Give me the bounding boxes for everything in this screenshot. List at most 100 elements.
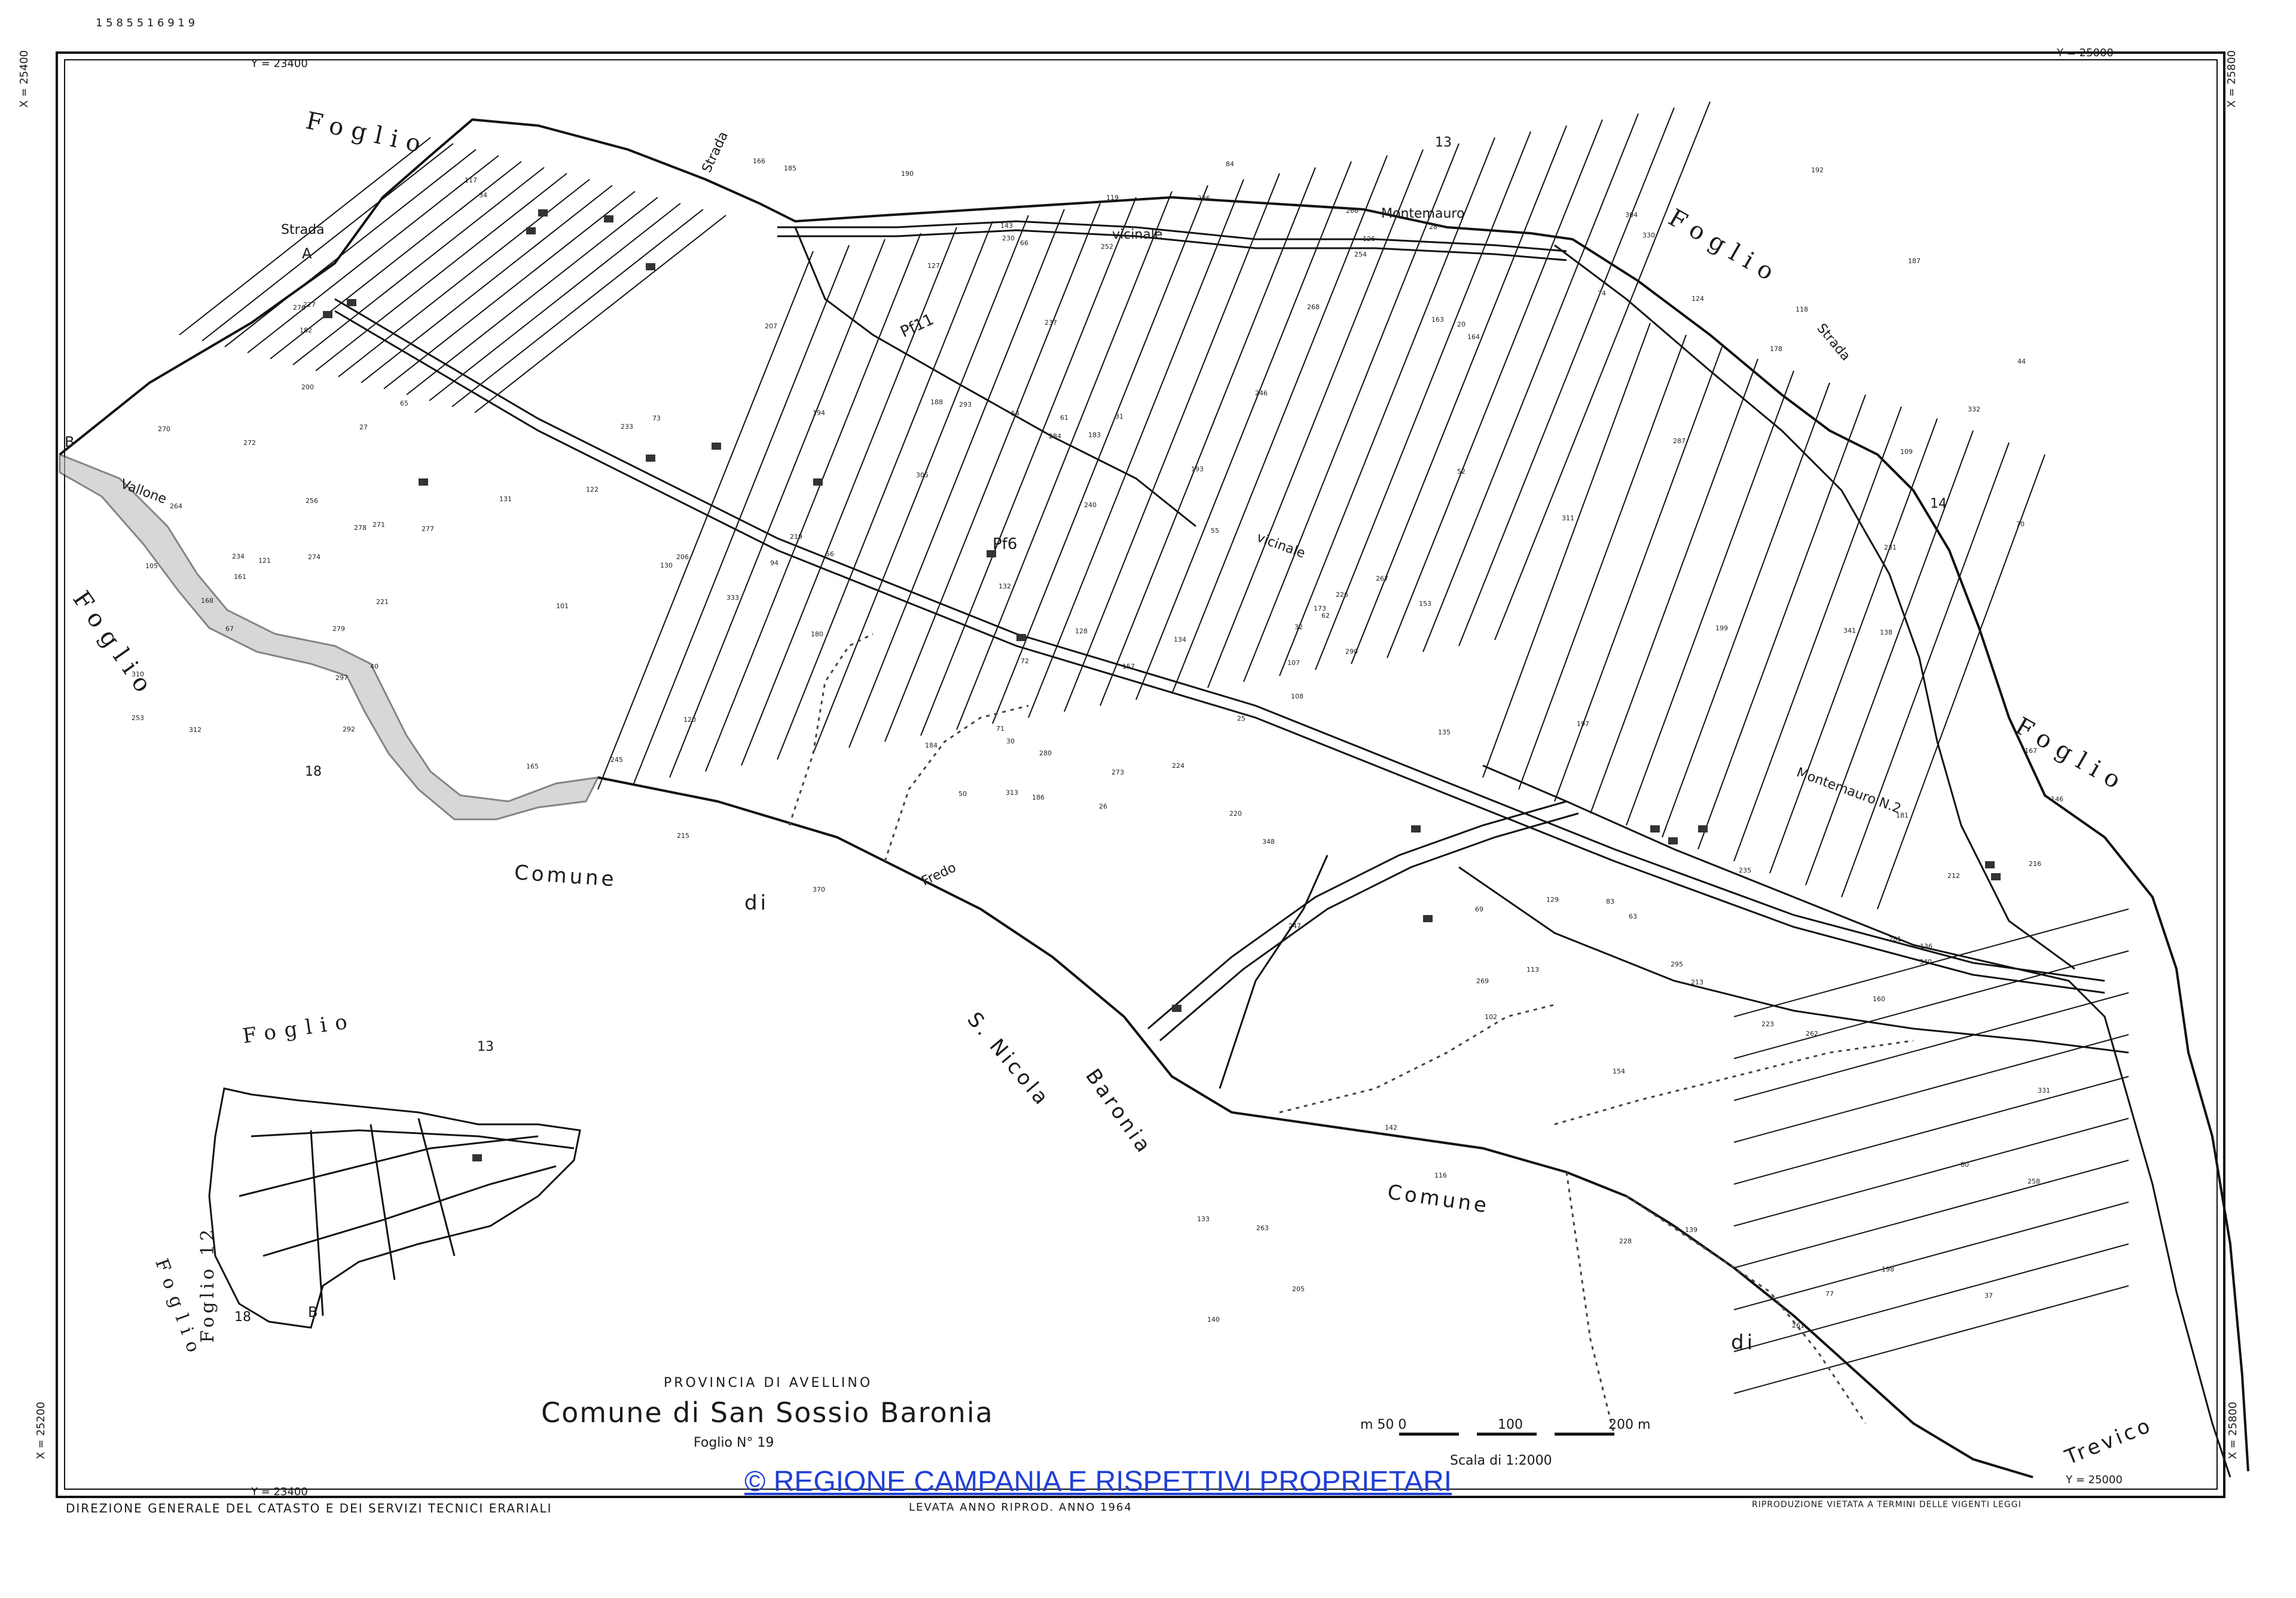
parcel-number: 40 [370,663,378,670]
parcel-number: 341 [1843,627,1856,635]
parcel-number: 168 [201,597,213,605]
building-mark [1985,861,1995,868]
parcel-number: 154 [1613,1068,1625,1075]
building-mark [1991,873,2001,880]
parcel-number: 331 [2038,1087,2050,1094]
parcel-number: 199 [1715,624,1728,632]
parcel-number: 107 [1287,659,1300,667]
parcel-number: 264 [170,502,182,510]
parcel-number: 163 [1431,316,1444,324]
building-mark [1668,837,1678,844]
parcel-line [1100,167,1316,706]
parcel-labels: 26 27 30 32 28 31 20 25 34 37 40 44 50 52 54 55 56 61 62 63… [132,157,2063,1329]
label-sheet-14: 14 [1930,496,1947,511]
road-network [334,220,2231,1478]
label-point-b: B [65,434,75,450]
scale-tick-200: 200 m [1608,1417,1651,1432]
parcel-number: 280 [1039,749,1052,757]
parcel-number: 235 [1739,867,1751,874]
parcel-number: 206 [676,553,689,561]
parcel-number: 102 [1485,1013,1497,1021]
parcel-number: 131 [499,495,512,503]
parcel-number: 31 [1115,413,1123,420]
parcel-number: 330 [1642,231,1655,239]
parcel-number: 186 [1032,794,1045,801]
parcel-number: 184 [925,742,938,749]
parcel-number: 233 [621,423,633,431]
parcel-number: 290 [1345,648,1358,655]
parcel-number: 340 [1919,958,1932,966]
parcel-number: 124 [1692,295,1704,303]
parcel-number: 188 [930,398,943,406]
parcel-number: 258 [2028,1178,2040,1185]
parcel-line [1387,119,1603,658]
parcel-number: 219 [790,533,802,541]
parcel-line [1805,430,1974,886]
parcel-number: 216 [2029,860,2041,868]
parcel-line [1554,346,1723,802]
parcel-number: 108 [1291,693,1303,700]
parcel-line [920,197,1137,736]
parcel-number: 213 [1691,978,1703,986]
parcel-number: 212 [1947,872,1960,880]
parcel-number: 127 [927,262,940,270]
parcel-number: 261 [1792,1322,1805,1329]
parcel-number: 234 [232,553,245,560]
parcel-line [1028,179,1244,718]
label-strada-1: Strada [281,222,325,237]
parcel-number: 193 [1191,465,1204,473]
parcel-number: 272 [243,439,256,447]
parcel-number: 121 [258,557,271,565]
building-mark [1698,825,1708,832]
parcel-line [705,233,921,772]
parcel-number: 130 [660,562,673,569]
parcel-number: 220 [1229,810,1242,818]
parcel-number: 185 [784,164,796,172]
parcel-number: 253 [132,714,144,722]
parcel-number: 297 [335,674,348,682]
parcel-number: 252 [1101,243,1113,251]
label-sheet-13: 13 [1435,135,1452,150]
grid-y-top-left: Y = 23400 [251,57,308,70]
parcel-line [361,185,613,383]
parcel-line [848,209,1065,748]
parcel-number: 247 [1289,922,1301,930]
parcel-line [1733,950,2129,1059]
parcel-number: 165 [526,763,539,770]
parcel-number: 73 [652,414,661,422]
parcel-number: 267 [1376,575,1388,583]
parcel-line [224,149,477,347]
parcel-line [1733,1285,2129,1394]
copyright-notice: © REGIONE CAMPANIA E RISPETTIVI PROPRIET… [744,1466,1452,1498]
parcel-number: 223 [1761,1020,1774,1028]
grid-x-top-left: X = 25400 [18,50,30,108]
parcel-number: 304 [1625,211,1638,219]
parcel-line [406,197,658,395]
label-sheet-18: 18 [305,764,322,779]
label-point-a: A [302,245,312,262]
parcel-number: 281 [1889,935,1901,943]
building-mark [472,1154,482,1161]
parcel-number: 139 [1685,1226,1697,1234]
parcel-number: 134 [1174,636,1186,644]
parcel-line [1494,101,1711,641]
parcel-line [1171,155,1388,694]
parcel-number: 246 [1255,389,1268,397]
parcel-number: 226 [1336,591,1348,599]
label-sheet-13-inset: 13 [477,1039,494,1054]
parcel-line [247,155,499,353]
parcel-lines [179,101,2129,1394]
building-mark [813,478,823,486]
parcel-number: 187 [1908,257,1921,265]
parcel-number: 160 [1873,995,1885,1003]
parcel-number: 62 [1321,612,1330,620]
parcel-number: 182 [300,327,312,334]
parcel-number: 94 [770,559,778,567]
building-mark [323,311,332,318]
parcel-number: 273 [1112,768,1124,776]
parcel-number: 221 [376,598,389,606]
parcel-line [1733,1118,2129,1227]
parcel-number: 71 [996,725,1004,733]
parcel-line [1733,1034,2129,1143]
parcel-number: 245 [610,756,623,764]
